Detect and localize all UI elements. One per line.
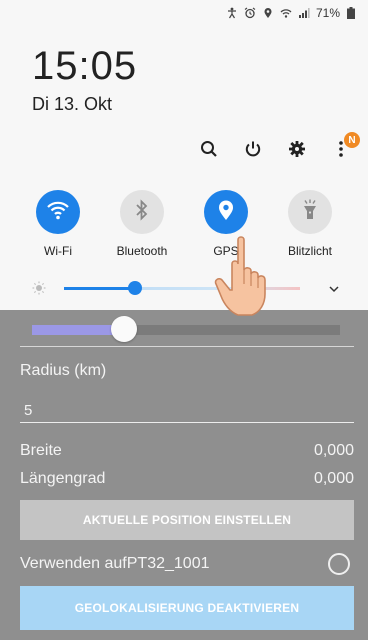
location-icon: [262, 7, 274, 19]
radius-slider[interactable]: [32, 316, 340, 342]
search-icon: [200, 140, 218, 163]
tile-bluetooth[interactable]: Bluetooth: [100, 190, 184, 258]
latitude-value: 0,000: [313, 442, 354, 459]
tile-flashlight[interactable]: Blitzlicht: [268, 190, 352, 258]
tile-wifi[interactable]: Wi-Fi: [16, 190, 100, 258]
flashlight-icon: [302, 199, 318, 226]
brightness-fill: [64, 287, 135, 290]
use-on-device-label: Verwenden aufPT32_1001: [20, 555, 210, 572]
wifi-icon: [280, 7, 292, 19]
power-icon: [244, 140, 262, 163]
use-on-device-radio[interactable]: [328, 553, 350, 575]
longitude-label: Längengrad: [20, 470, 106, 487]
tile-wifi-circle[interactable]: [36, 190, 80, 234]
longitude-value: 0,000: [313, 470, 354, 487]
shade-actions: N: [198, 132, 360, 163]
clock-date: Di 13. Okt: [32, 94, 113, 114]
battery-percent: 71%: [315, 6, 340, 20]
gear-icon: [288, 140, 306, 163]
latitude-label: Breite: [20, 442, 62, 459]
quick-settings-tiles: Wi-Fi Bluetooth GPS Blitzlicht: [16, 190, 352, 258]
accessibility-icon: [226, 7, 238, 19]
location-pin-icon: [217, 199, 235, 226]
radius-input[interactable]: 5: [24, 402, 32, 419]
bluetooth-icon: [135, 198, 149, 226]
search-button[interactable]: [198, 140, 220, 162]
brightness-control[interactable]: [24, 280, 344, 296]
settings-button[interactable]: [286, 140, 308, 162]
geolocation-app: Radius (km) 5 Breite 0,000 Längengrad 0,…: [0, 310, 368, 640]
tile-gps-circle[interactable]: [204, 190, 248, 234]
battery-icon: [346, 7, 358, 19]
radius-label: Radius (km): [20, 362, 107, 379]
wifi-icon: [46, 199, 70, 226]
tile-wifi-label: Wi-Fi: [44, 244, 72, 258]
brightness-icon: [32, 281, 46, 295]
chevron-down-icon[interactable]: [328, 282, 340, 294]
divider: [20, 346, 354, 347]
radius-slider-thumb[interactable]: [111, 316, 138, 342]
tile-flashlight-circle[interactable]: [288, 190, 332, 234]
power-button[interactable]: [242, 140, 264, 162]
tile-bluetooth-circle[interactable]: [120, 190, 164, 234]
tile-flashlight-label: Blitzlicht: [287, 244, 332, 258]
tile-bluetooth-label: Bluetooth: [116, 244, 168, 258]
status-bar: 71%: [226, 4, 358, 22]
notification-shade: 71% 15:05 Di 13. Okt N Wi-Fi Bluetooth G…: [0, 0, 368, 310]
deactivate-geolocation-button[interactable]: GEOLOKALISIERUNG DEAKTIVIEREN: [20, 586, 354, 630]
notification-badge: N: [344, 132, 360, 148]
set-current-position-button[interactable]: AKTUELLE POSITION EINSTELLEN: [20, 500, 354, 540]
signal-icon: [298, 7, 310, 19]
tap-hand-icon: [212, 234, 272, 318]
alarm-icon: [244, 7, 256, 19]
brightness-knob[interactable]: [127, 281, 142, 295]
more-options-button[interactable]: N: [330, 132, 360, 163]
more-icon: [338, 140, 344, 163]
clock-time: 15:05: [32, 44, 138, 88]
radius-input-underline: [20, 422, 354, 423]
